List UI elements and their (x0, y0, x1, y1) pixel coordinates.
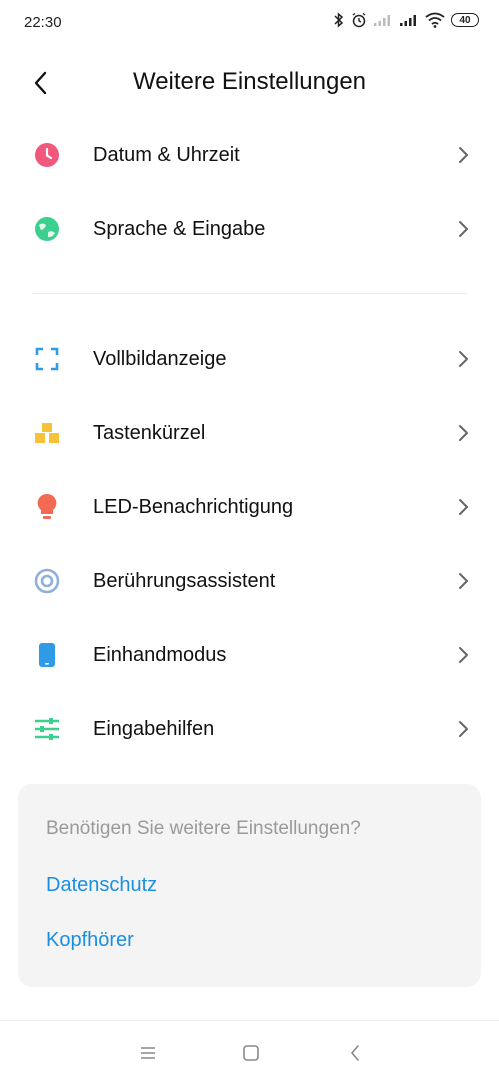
chevron-right-icon (459, 721, 468, 737)
chevron-right-icon (459, 425, 468, 441)
chevron-right-icon (459, 647, 468, 663)
row-label: Eingabehilfen (93, 717, 215, 740)
list-item-sprache-eingabe[interactable]: Sprache & Eingabe (0, 192, 499, 266)
list-item-vollbildanzeige[interactable]: Vollbildanzeige (0, 322, 499, 396)
list-item-eingabehilfen[interactable]: Eingabehilfen (0, 692, 499, 766)
row-label: Sprache & Eingabe (93, 217, 266, 240)
app-header: Weitere Einstellungen (0, 48, 499, 116)
signal-icon-2 (400, 15, 416, 26)
settings-group-2: Vollbildanzeige Tastenkürzel LED-Benachr… (0, 322, 499, 766)
list-item-datum-uhrzeit[interactable]: Datum & Uhrzeit (0, 118, 499, 192)
sliders-icon (34, 716, 60, 742)
fullscreen-icon (34, 346, 60, 372)
section-divider (32, 293, 467, 294)
row-label: Datum & Uhrzeit (93, 143, 240, 166)
list-item-einhandmodus[interactable]: Einhandmodus (0, 618, 499, 692)
status-icons: 40 (333, 12, 479, 28)
nav-back-icon (350, 1045, 359, 1061)
clock-icon (34, 142, 60, 168)
chevron-right-icon (459, 573, 468, 589)
link-kopfhoerer[interactable]: Kopfhörer (46, 929, 134, 952)
signal-icon (374, 15, 390, 26)
home-button[interactable] (239, 1041, 263, 1065)
globe-icon (34, 216, 60, 242)
card-title: Benötigen Sie weitere Einstellungen? (46, 818, 361, 839)
row-label: Berührungsassistent (93, 569, 276, 592)
touch-assistant-icon (34, 568, 60, 594)
bulb-icon (34, 493, 60, 520)
menu-icon (141, 1047, 155, 1059)
chevron-right-icon (459, 499, 468, 515)
battery-level: 40 (459, 14, 471, 26)
home-square-icon (243, 1045, 259, 1061)
list-item-beruehrungsassistent[interactable]: Berührungsassistent (0, 544, 499, 618)
battery-indicator: 40 (451, 13, 479, 27)
nav-back-button[interactable] (343, 1041, 367, 1065)
link-datenschutz[interactable]: Datenschutz (46, 874, 157, 897)
navigation-bar (0, 1020, 499, 1081)
row-label: LED-Benachrichtigung (93, 495, 294, 518)
settings-group-1: Datum & Uhrzeit Sprache & Eingabe (0, 118, 499, 266)
chevron-right-icon (459, 351, 468, 367)
shortcut-icon (34, 420, 60, 446)
row-label: Vollbildanzeige (93, 347, 227, 370)
list-item-tastenkuerzel[interactable]: Tastenkürzel (0, 396, 499, 470)
row-label: Tastenkürzel (93, 421, 206, 444)
wifi-icon (425, 12, 445, 28)
more-settings-card: Benötigen Sie weitere Einstellungen? Dat… (18, 784, 481, 987)
bluetooth-icon (334, 12, 344, 28)
chevron-right-icon (459, 147, 468, 163)
page-title: Weitere Einstellungen (132, 68, 367, 95)
chevron-right-icon (459, 221, 468, 237)
status-bar: 22:30 40 (0, 0, 499, 48)
row-label: Einhandmodus (93, 643, 227, 666)
phone-icon (34, 642, 60, 668)
menu-button[interactable] (136, 1041, 160, 1065)
status-time: 22:30 (24, 14, 62, 31)
alarm-icon (352, 12, 366, 28)
list-item-led-benachrichtigung[interactable]: LED-Benachrichtigung (0, 470, 499, 544)
